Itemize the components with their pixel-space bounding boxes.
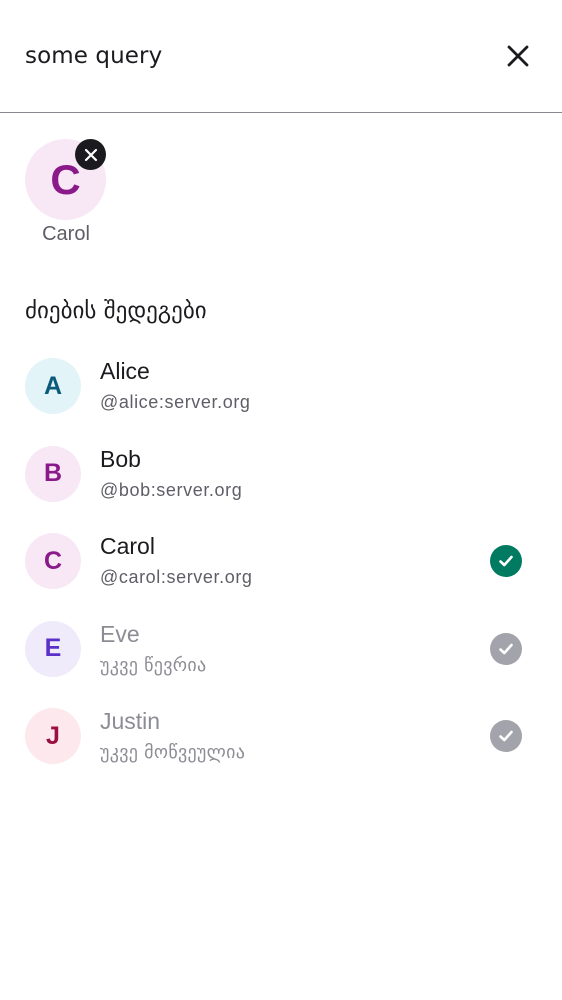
member-check	[490, 632, 522, 665]
remove-selected-button[interactable]	[75, 139, 106, 170]
user-status: უკვე მოწვეულია	[100, 742, 246, 763]
results-heading: ძიების შედეგები	[25, 298, 207, 324]
invited-check	[490, 720, 522, 752]
list-item: E Eve უკვე წევრია	[0, 605, 562, 693]
close-icon	[84, 148, 97, 161]
avatar: J	[25, 708, 81, 764]
results-list: A Alice @alice:server.org B Bob @bob:ser…	[0, 342, 562, 780]
avatar: A	[25, 358, 81, 414]
search-bar[interactable]: some query	[0, 0, 562, 113]
user-id: @bob:server.org	[100, 479, 243, 500]
selected-check	[490, 545, 522, 577]
avatar: E	[25, 620, 81, 677]
list-item[interactable]: B Bob @bob:server.org	[0, 430, 562, 518]
user-name: Carol	[100, 533, 155, 559]
user-id: @carol:server.org	[100, 567, 253, 587]
checkmark-icon	[499, 730, 513, 742]
search-input[interactable]: some query	[25, 40, 162, 72]
list-item[interactable]: C Carol @carol:server.org	[0, 517, 562, 605]
avatar: C	[25, 533, 81, 589]
user-name: Eve	[100, 620, 140, 647]
user-name: Justin	[100, 708, 161, 734]
list-item[interactable]: A Alice @alice:server.org	[0, 342, 562, 430]
avatar: B	[25, 445, 81, 502]
close-search-button[interactable]	[500, 38, 536, 74]
user-name: Alice	[100, 358, 150, 384]
checkmark-icon	[499, 555, 513, 567]
close-icon	[507, 45, 529, 67]
checkmark-icon	[499, 643, 513, 654]
user-id: @alice:server.org	[100, 392, 251, 412]
list-item: J Justin უკვე მოწვეულია	[0, 692, 562, 780]
selected-user-name: Carol	[42, 223, 90, 245]
user-status: უკვე წევრია	[100, 654, 207, 676]
user-name: Bob	[100, 445, 141, 472]
selected-user-chip[interactable]: C Carol	[25, 139, 107, 245]
